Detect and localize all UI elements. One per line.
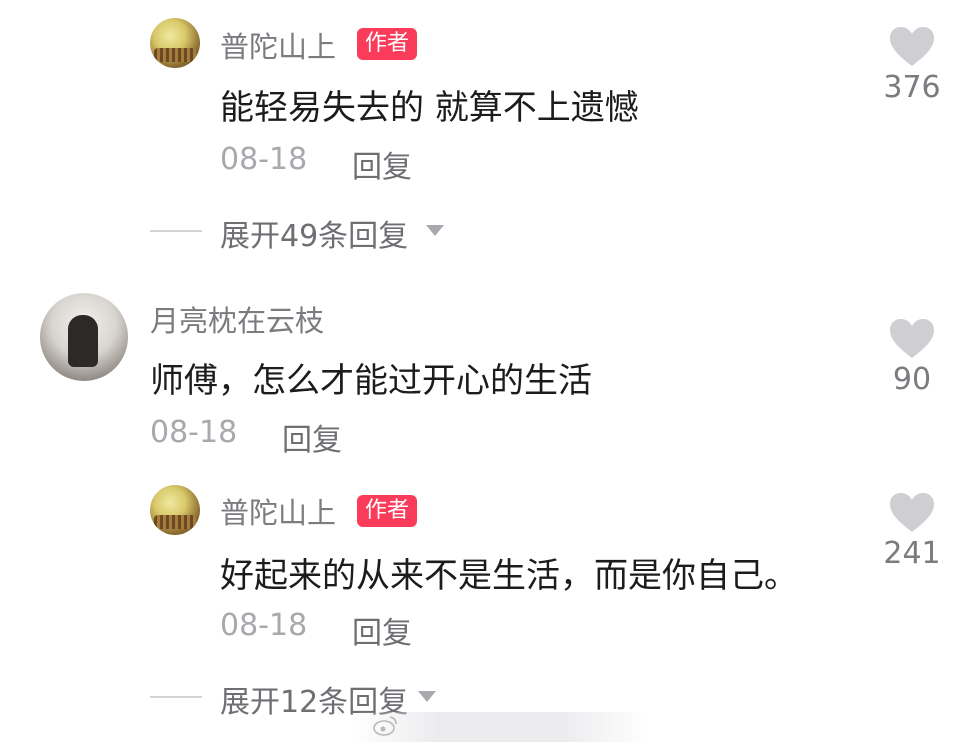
- heart-icon: [890, 493, 934, 532]
- heart-icon: [890, 319, 934, 358]
- divider-line: [150, 696, 202, 698]
- avatar[interactable]: [150, 18, 200, 68]
- comment-text[interactable]: 能轻易失去的 就算不上遗憾: [220, 80, 639, 129]
- author-badge: 作者: [357, 28, 418, 60]
- comment-author-name[interactable]: 普陀山上: [220, 490, 336, 532]
- like-count: 90: [892, 362, 932, 397]
- comment-author-name[interactable]: 月亮枕在云枝: [150, 298, 324, 340]
- like-button[interactable]: 376: [877, 26, 947, 105]
- like-button[interactable]: 90: [877, 318, 947, 397]
- divider-line: [150, 230, 202, 232]
- comment-text[interactable]: 师傅，怎么才能过开心的生活: [150, 353, 592, 402]
- comment-date: 08-18: [220, 608, 308, 643]
- reply-button[interactable]: 回复: [282, 415, 342, 459]
- chevron-down-icon: [426, 225, 444, 236]
- expand-replies-label[interactable]: 展开49条回复: [220, 211, 408, 255]
- chevron-down-icon: [418, 691, 436, 702]
- reply-button[interactable]: 回复: [352, 142, 412, 186]
- comment-author-name[interactable]: 普陀山上: [220, 24, 336, 66]
- like-button[interactable]: 241: [877, 492, 947, 571]
- watermark-icon: [373, 716, 397, 736]
- author-badge: 作者: [357, 495, 418, 527]
- reply-button[interactable]: 回复: [352, 608, 412, 652]
- comment-date: 08-18: [150, 415, 238, 450]
- heart-icon: [890, 27, 934, 66]
- avatar[interactable]: [150, 485, 200, 535]
- avatar[interactable]: [40, 293, 128, 381]
- comment-text[interactable]: 好起来的从来不是生活，而是你自己。: [220, 548, 798, 597]
- comment-date: 08-18: [220, 142, 308, 177]
- like-count: 376: [883, 70, 941, 105]
- like-count: 241: [883, 536, 941, 571]
